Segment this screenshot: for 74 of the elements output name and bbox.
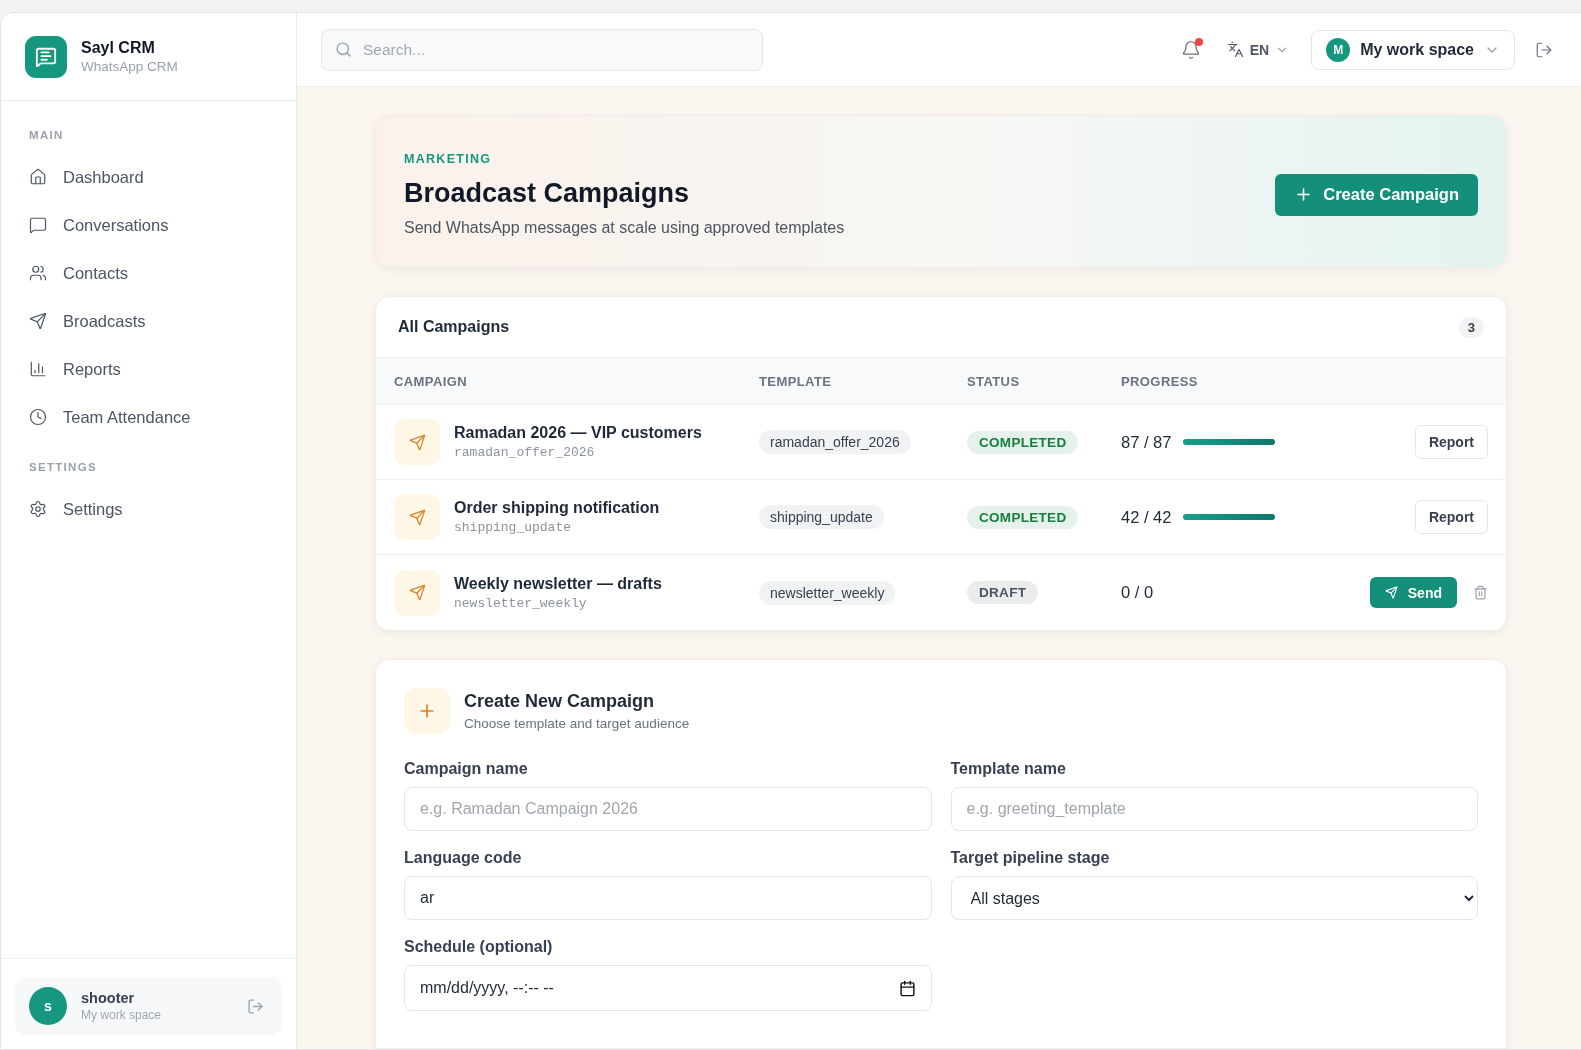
- campaign-name: Ramadan 2026 — VIP customers: [454, 424, 702, 442]
- field-label: Campaign name: [404, 760, 529, 778]
- search-field[interactable]: Search...: [321, 28, 763, 71]
- users-icon: [29, 264, 47, 282]
- field-label: Template name: [950, 760, 1067, 778]
- send-icon: [394, 419, 440, 465]
- status-badge: DRAFT: [967, 581, 1039, 604]
- sidebar-item[interactable]: Team Attendance: [15, 393, 282, 441]
- plus-icon: [404, 688, 450, 734]
- send-button[interactable]: Send: [1369, 577, 1457, 608]
- page-subtitle: Send WhatsApp messages at scale using approved templates: [404, 219, 845, 237]
- language-button[interactable]: EN: [1220, 40, 1296, 59]
- delete-button[interactable]: [1473, 585, 1488, 600]
- logo-icon: [25, 35, 67, 78]
- status-badge: COMPLETED: [967, 505, 1079, 529]
- clock-icon: [29, 408, 47, 426]
- progress-count: 42 / 42: [1121, 507, 1172, 527]
- send-icon: [29, 312, 47, 330]
- bar-chart-icon: [29, 360, 47, 378]
- user-workspace: My work space: [81, 1008, 163, 1022]
- select-field[interactable]: All stages: [950, 876, 1478, 920]
- card-title: All Campaigns: [398, 318, 510, 336]
- user-name: shooter: [81, 990, 136, 1006]
- brand-name: Sayl CRM: [81, 39, 156, 57]
- sidebar-item[interactable]: Dashboard: [15, 153, 282, 201]
- sidebar-item[interactable]: Settings: [15, 485, 282, 533]
- status-badge: COMPLETED: [967, 430, 1079, 454]
- template-tag: ramadan_offer_2026: [759, 430, 911, 454]
- sidebar-item[interactable]: Conversations: [15, 201, 282, 249]
- sidebar-item[interactable]: Reports: [15, 345, 282, 393]
- send-icon: [1384, 586, 1398, 599]
- column-header: PROGRESS: [1121, 373, 1199, 389]
- brand-subtitle: WhatsApp CRM: [81, 59, 178, 74]
- send-icon: [394, 494, 440, 540]
- sidebar-item[interactable]: Contacts: [15, 249, 282, 297]
- progress-count: 0 / 0: [1121, 583, 1154, 602]
- date-field[interactable]: mm/dd/yyyy, --:-- --: [404, 965, 932, 1011]
- section-title: MAIN: [28, 128, 65, 143]
- input-field[interactable]: e.g. greeting_template: [950, 787, 1478, 831]
- field-label: Schedule (optional): [404, 938, 554, 956]
- page-title: Broadcast Campaigns: [404, 178, 691, 209]
- progress-count: 87 / 87: [1121, 432, 1172, 452]
- field-label: Language code: [404, 849, 523, 867]
- input-field[interactable]: ar: [404, 876, 932, 920]
- template-tag: shipping_update: [759, 505, 884, 529]
- eyebrow-label: MARKETING: [404, 152, 493, 166]
- search-icon: [335, 40, 352, 58]
- translate-icon: [1226, 41, 1244, 58]
- column-header: CAMPAIGN: [394, 373, 468, 389]
- home-icon: [29, 168, 47, 186]
- template-tag: newsletter_weekly: [759, 580, 896, 605]
- field-label: Target pipeline stage: [950, 849, 1111, 867]
- workspace-button[interactable]: M My work space: [1311, 29, 1515, 70]
- column-header: TEMPLATE: [759, 373, 833, 389]
- sidebar-item[interactable]: Broadcasts: [15, 297, 282, 345]
- count-badge: 3: [1458, 316, 1484, 338]
- send-icon: [394, 569, 440, 616]
- user-avatar: s: [29, 987, 67, 1025]
- campaign-template-id: shipping_update: [454, 520, 573, 535]
- column-header: STATUS: [967, 373, 1021, 389]
- form-subtitle: Choose template and target audience: [464, 716, 690, 731]
- settings-icon: [29, 500, 47, 518]
- campaign-name: Order shipping notification: [454, 499, 660, 517]
- input-field[interactable]: e.g. Ramadan Campaign 2026: [404, 787, 932, 831]
- report-button[interactable]: Report: [1414, 425, 1488, 459]
- section-title: SETTINGS: [28, 460, 98, 475]
- create-campaign-button[interactable]: Create Campaign: [1275, 173, 1478, 216]
- chat-icon: [29, 216, 47, 234]
- calendar-icon[interactable]: [898, 979, 916, 997]
- form-title: Create New Campaign: [464, 691, 656, 712]
- campaign-template-id: ramadan_offer_2026: [454, 445, 596, 460]
- campaign-template-id: newsletter_weekly: [454, 595, 588, 611]
- campaign-name: Weekly newsletter — drafts: [454, 574, 662, 593]
- report-button[interactable]: Report: [1414, 500, 1488, 534]
